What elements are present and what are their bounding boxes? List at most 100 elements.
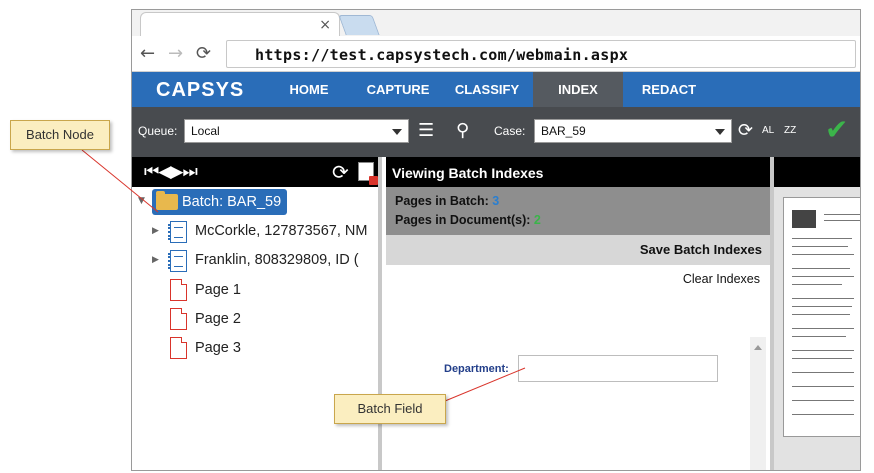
document-label: Franklin, 808329809, ID (: [195, 252, 359, 268]
browser-tab[interactable]: ×: [140, 12, 340, 36]
brand-logo: CAPSYS: [156, 79, 245, 101]
back-arrow-icon[interactable]: ←: [140, 43, 155, 64]
nav-home[interactable]: HOME: [270, 72, 348, 107]
check-icon[interactable]: ✔: [825, 113, 848, 146]
panel-title: Viewing Batch Indexes: [386, 157, 770, 187]
chevron-down-icon: [715, 129, 725, 135]
pages-in-batch: Pages in Batch: 3: [395, 194, 499, 208]
reload-icon[interactable]: ⟳: [196, 43, 211, 64]
scrollbar[interactable]: [750, 337, 766, 470]
al-button[interactable]: AL: [762, 125, 774, 136]
chevron-down-icon: [392, 129, 402, 135]
refresh-tree-icon[interactable]: ⟳: [332, 160, 349, 184]
department-label: Department:: [444, 363, 509, 375]
new-tab-button[interactable]: [338, 15, 380, 35]
refresh-icon[interactable]: ⟳: [738, 120, 753, 141]
nav-classify[interactable]: CLASSIFY: [448, 72, 526, 107]
page-icon: [170, 308, 187, 330]
clear-indexes-button[interactable]: Clear Indexes: [683, 272, 760, 286]
save-bar: Save Batch Indexes: [386, 235, 770, 265]
page-label: Page 3: [195, 340, 241, 356]
text-line: [792, 314, 850, 315]
text-line: [792, 400, 854, 401]
batch-node-label: Batch: BAR_59: [182, 194, 282, 210]
notes-delete-icon[interactable]: [358, 162, 378, 185]
pages-in-documents-value: 2: [533, 213, 541, 227]
expand-triangle-icon[interactable]: ▶: [152, 226, 159, 236]
document-thumbnail[interactable]: [783, 197, 860, 437]
document-label: McCorkle, 127873567, NM: [195, 223, 368, 239]
text-line: [792, 284, 842, 285]
document-icon: [168, 250, 187, 272]
text-line: [792, 350, 854, 351]
text-line: [792, 336, 846, 337]
text-line: [824, 220, 860, 221]
controls-bar: Queue: Local ☰ ⚲ Case: BAR_59 ⟳ AL ZZ ✔: [132, 107, 860, 157]
text-line: [792, 328, 854, 329]
tree-row-document[interactable]: ▶ Franklin, 808329809, ID (: [132, 248, 382, 274]
collapse-triangle-icon[interactable]: ▼: [138, 196, 145, 206]
url-text: https://test.capsystech.com/webmain.aspx: [255, 46, 629, 64]
queue-value: Local: [191, 124, 220, 138]
page-label: Page 2: [195, 311, 241, 327]
document-preview-panel: [774, 157, 860, 470]
nav-index[interactable]: INDEX: [533, 72, 623, 107]
text-line: [792, 246, 848, 247]
browser-toolbar: ← → ⟳ https://test.capsystech.com/webmai…: [132, 36, 860, 72]
case-label: Case:: [494, 124, 526, 138]
save-batch-indexes-button[interactable]: Save Batch Indexes: [640, 242, 762, 257]
pages-in-batch-label: Pages in Batch:: [395, 194, 489, 208]
nav-redact[interactable]: REDACT: [630, 72, 708, 107]
tab-strip: ×: [132, 10, 860, 36]
screenshot-root: × ← → ⟳ https://test.capsystech.com/webm…: [0, 0, 874, 473]
pages-in-documents-label: Pages in Document(s):: [395, 213, 531, 227]
text-line: [792, 414, 854, 415]
tree-row-page[interactable]: Page 3: [132, 336, 382, 362]
queue-select[interactable]: Local: [184, 119, 409, 143]
pages-in-documents: Pages in Document(s): 2: [395, 213, 541, 227]
tree-row-page[interactable]: Page 1: [132, 278, 382, 304]
text-line: [792, 254, 854, 255]
forward-arrow-icon[interactable]: →: [168, 43, 183, 64]
browser-window: × ← → ⟳ https://test.capsystech.com/webm…: [131, 9, 861, 471]
text-line: [792, 238, 852, 239]
tree-row-document[interactable]: ▶ McCorkle, 127873567, NM: [132, 219, 382, 245]
folder-icon: [156, 191, 178, 210]
page-icon: [170, 337, 187, 359]
close-tab-icon[interactable]: ×: [319, 17, 331, 33]
page-label: Page 1: [195, 282, 241, 298]
batch-stats: Pages in Batch: 3 Pages in Document(s): …: [386, 187, 770, 235]
navigation-arrows-icon[interactable]: ⏮◀▶⏭: [144, 162, 198, 182]
text-line: [792, 358, 852, 359]
queue-label: Queue:: [138, 124, 178, 138]
text-line: [792, 386, 854, 387]
tree-row-page[interactable]: Page 2: [132, 307, 382, 333]
list-icon[interactable]: ☰: [418, 120, 434, 141]
search-icon[interactable]: ⚲: [456, 120, 469, 141]
app-nav-bar: CAPSYS HOME CAPTURE CLASSIFY INDEX REDAC…: [132, 72, 860, 107]
text-line: [792, 306, 852, 307]
text-line: [792, 372, 854, 373]
pages-in-batch-value: 3: [492, 194, 500, 208]
nav-capture[interactable]: CAPTURE: [358, 72, 438, 107]
text-line: [792, 276, 854, 277]
tree-row-batch[interactable]: ▼ Batch: BAR_59: [132, 189, 382, 215]
batch-node-callout: Batch Node: [10, 120, 110, 150]
case-value: BAR_59: [541, 124, 586, 138]
text-line: [792, 268, 850, 269]
case-select[interactable]: BAR_59: [534, 119, 732, 143]
scroll-up-icon[interactable]: [754, 345, 762, 350]
address-bar[interactable]: https://test.capsystech.com/webmain.aspx: [226, 40, 856, 68]
preview-toolbar: [774, 157, 860, 187]
department-field[interactable]: [518, 355, 718, 382]
text-line: [792, 298, 854, 299]
tree-logo-icon: [792, 210, 816, 228]
text-line: [824, 214, 860, 215]
tree-toolbar: ⏮◀▶⏭ ⟳: [132, 157, 378, 187]
batch-node[interactable]: Batch: BAR_59: [152, 189, 288, 215]
page-icon: [170, 279, 187, 301]
zz-button[interactable]: ZZ: [784, 125, 796, 136]
expand-triangle-icon[interactable]: ▶: [152, 255, 159, 265]
document-icon: [168, 221, 187, 243]
batch-field-callout: Batch Field: [334, 394, 446, 424]
